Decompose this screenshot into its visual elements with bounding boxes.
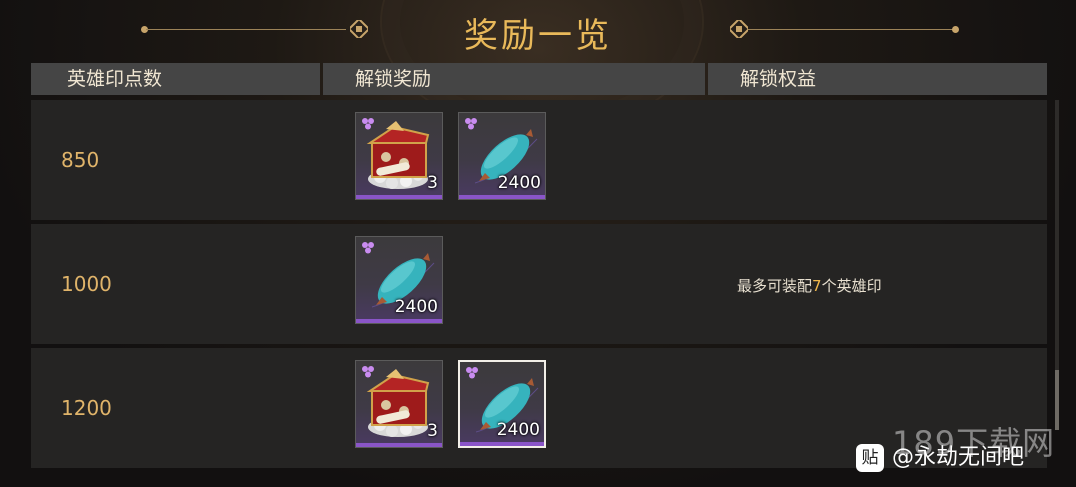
item-count: 2400: [394, 297, 438, 317]
reward-item-chest[interactable]: 3: [355, 360, 443, 448]
header-rewards: 解锁奖励: [323, 63, 705, 95]
item-count: 3: [427, 173, 438, 193]
reward-item-chest[interactable]: 3: [355, 112, 443, 200]
tieba-logo-icon: 贴: [856, 444, 884, 472]
reward-item-cocoon[interactable]: 2400: [355, 236, 443, 324]
rarity-gem-icon: [466, 367, 478, 379]
points-value: 850: [61, 148, 100, 172]
item-count: 2400: [496, 420, 540, 440]
title-bar: 奖励一览: [0, 0, 1076, 60]
benefit-text-post: 个英雄印: [821, 277, 882, 295]
rarity-bar: [459, 195, 545, 199]
page-title: 奖励一览: [464, 16, 612, 56]
points-value: 1200: [61, 396, 112, 420]
rarity-bar: [460, 442, 544, 446]
reward-row: 1000 2400 最多可装配7个英雄印: [31, 224, 1047, 344]
rarity-gem-icon: [362, 118, 374, 130]
tieba-watermark: 贴 @永劫无间吧: [856, 443, 1024, 473]
scrollbar-thumb[interactable]: [1055, 370, 1059, 430]
rarity-gem-icon: [362, 366, 374, 378]
ornament-dot: [952, 26, 959, 33]
item-count: 3: [427, 421, 438, 441]
title-divider-right: [748, 29, 954, 30]
benefit-text-pre: 最多可装配: [737, 277, 813, 295]
rarity-gem-icon: [362, 242, 374, 254]
header-points: 英雄印点数: [31, 63, 320, 95]
header-benefits: 解锁权益: [708, 63, 1047, 95]
rarity-gem-icon: [465, 118, 477, 130]
reward-item-cocoon-selected[interactable]: 2400: [458, 360, 546, 448]
points-value: 1000: [61, 272, 112, 296]
rarity-bar: [356, 195, 442, 199]
rarity-bar: [356, 319, 442, 323]
benefit-highlight: 7: [812, 277, 822, 295]
knot-ornament-icon: [730, 20, 748, 38]
reward-row: 850 3 2400: [31, 100, 1047, 220]
benefit-text: 最多可装配7个英雄印: [737, 224, 882, 344]
rarity-bar: [356, 443, 442, 447]
tieba-watermark-text: @永劫无间吧: [892, 445, 1025, 470]
item-count: 2400: [497, 173, 541, 193]
reward-item-cocoon[interactable]: 2400: [458, 112, 546, 200]
